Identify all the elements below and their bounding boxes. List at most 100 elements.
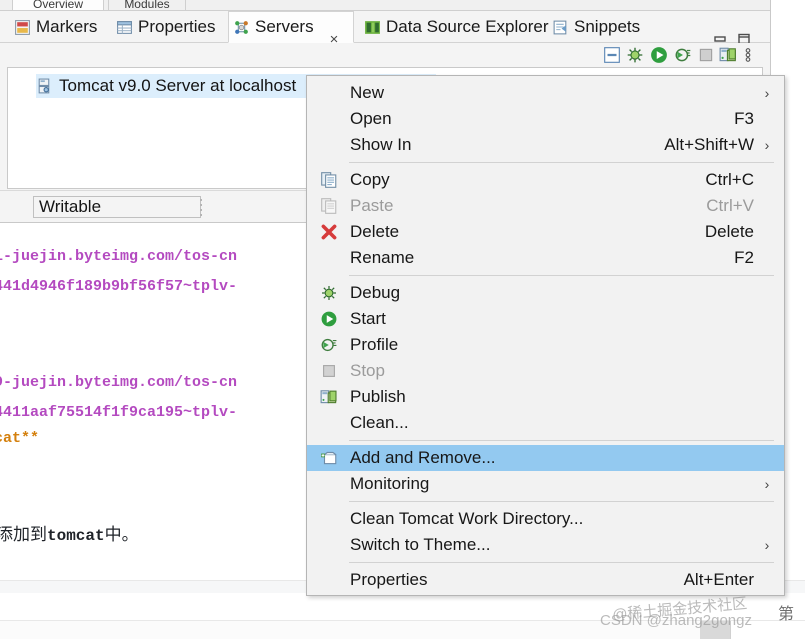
status-writable: Writable — [33, 196, 201, 218]
menu-item-debug[interactable]: Debug › — [307, 280, 784, 306]
menu-item-rename[interactable]: Rename F2 › — [307, 245, 784, 271]
tab-properties[interactable]: Properties — [112, 11, 219, 43]
menu-separator — [349, 501, 774, 502]
editor-tab-overview[interactable]: Overview — [12, 0, 104, 10]
bold-fragment: cat** — [0, 430, 39, 447]
chevron-right-icon: › — [760, 363, 774, 379]
menu-separator — [349, 562, 774, 563]
tab-markers[interactable]: Markers — [10, 11, 101, 43]
chevron-right-icon: › — [760, 85, 774, 101]
server-context-menu[interactable]: New › Open F3 › Show In Alt+Shift+W › Co… — [306, 75, 785, 596]
menu-item-label: New — [350, 83, 736, 103]
tab-data-source-explorer-label: Data Source Explorer — [386, 17, 549, 37]
start-icon[interactable] — [650, 46, 668, 64]
code-line: 1-juejin.byteimg.com/tos-cn — [0, 248, 237, 265]
menu-item-label: Add and Remove... — [350, 448, 736, 468]
chevron-right-icon: › — [760, 476, 774, 492]
copy-icon — [318, 171, 340, 189]
menu-item-label: Clean Tomcat Work Directory... — [350, 509, 736, 529]
menu-item-label: Properties — [350, 570, 666, 590]
menu-icon-placeholder — [318, 136, 340, 154]
cn-suffix: 中。 — [105, 525, 139, 544]
menu-item-publish[interactable]: Publish › — [307, 384, 784, 410]
data-source-explorer-icon — [364, 19, 381, 36]
code-line: 9-juejin.byteimg.com/tos-cn — [0, 374, 237, 391]
page-edge-character: 第 — [778, 600, 794, 624]
paste-icon — [318, 197, 340, 215]
menu-separator — [349, 162, 774, 163]
chevron-right-icon: › — [760, 537, 774, 553]
chevron-right-icon: › — [760, 250, 774, 266]
debug-icon[interactable] — [626, 46, 644, 64]
view-menu-icon[interactable] — [743, 46, 753, 64]
menu-item-add-and-remove[interactable]: Add and Remove... › — [307, 445, 784, 471]
servers-view-toolbar — [0, 43, 770, 67]
snippets-icon — [552, 19, 569, 36]
menu-item-delete[interactable]: Delete Delete › — [307, 219, 784, 245]
chevron-right-icon: › — [760, 572, 774, 588]
page-band-2 — [0, 621, 805, 639]
menu-item-label: Start — [350, 309, 736, 329]
code-line: 441d4946f189b9bf56f57~tplv- — [0, 278, 237, 295]
menu-item-properties[interactable]: Properties Alt+Enter › — [307, 567, 784, 593]
chevron-right-icon: › — [760, 137, 774, 153]
menu-item-start[interactable]: Start › — [307, 306, 784, 332]
collapse-all-icon[interactable] — [603, 46, 621, 64]
stop-icon — [697, 46, 715, 64]
menu-item-label: Switch to Theme... — [350, 535, 736, 555]
delete-icon — [318, 223, 340, 241]
menu-item-label: Profile — [350, 335, 736, 355]
publish-icon — [318, 388, 340, 406]
profile-icon[interactable] — [674, 46, 692, 64]
menu-item-monitoring[interactable]: Monitoring › — [307, 471, 784, 497]
menu-item-clean[interactable]: Clean... › — [307, 410, 784, 436]
editor-tab-modules[interactable]: Modules — [108, 0, 186, 10]
debug-icon — [318, 284, 340, 302]
menu-item-label: Debug — [350, 283, 736, 303]
menu-item-label: Clean... — [350, 413, 736, 433]
menu-icon-placeholder — [318, 110, 340, 128]
chinese-paragraph: 添加到tomcat中。 — [0, 520, 139, 545]
chevron-right-icon: › — [760, 172, 774, 188]
profile-icon — [318, 336, 340, 354]
tab-snippets-label: Snippets — [574, 17, 640, 37]
menu-item-accel: Ctrl+V — [706, 196, 754, 216]
menu-icon-placeholder — [318, 84, 340, 102]
menu-separator — [349, 440, 774, 441]
servers-icon — [233, 19, 250, 36]
menu-icon-placeholder — [318, 510, 340, 528]
code-block-1: 1-juejin.byteimg.com/tos-cn 441d4946f189… — [0, 242, 237, 302]
menu-item-label: Delete — [350, 222, 687, 242]
menu-item-copy[interactable]: Copy Ctrl+C › — [307, 167, 784, 193]
menu-item-label: Publish — [350, 387, 736, 407]
view-tab-strip: Markers Properties Servers × — [0, 11, 770, 43]
cn-mono: tomcat — [47, 527, 105, 545]
chevron-right-icon: › — [760, 337, 774, 353]
properties-icon — [116, 19, 133, 36]
menu-item-show-in[interactable]: Show In Alt+Shift+W › — [307, 132, 784, 158]
tab-snippets[interactable]: Snippets — [548, 11, 644, 43]
chevron-right-icon: › — [760, 511, 774, 527]
menu-item-clean-tomcat-work-directory[interactable]: Clean Tomcat Work Directory... › — [307, 506, 784, 532]
tab-markers-label: Markers — [36, 17, 97, 37]
chevron-right-icon: › — [760, 285, 774, 301]
publish-icon[interactable] — [719, 46, 737, 64]
menu-icon-placeholder — [318, 571, 340, 589]
menu-item-profile[interactable]: Profile › — [307, 332, 784, 358]
menu-item-accel: Alt+Enter — [684, 570, 754, 590]
menu-icon-placeholder — [318, 475, 340, 493]
menu-item-open[interactable]: Open F3 › — [307, 106, 784, 132]
chevron-right-icon: › — [760, 111, 774, 127]
menu-item-switch-to-theme[interactable]: Switch to Theme... › — [307, 532, 784, 558]
tab-servers-label: Servers — [255, 17, 314, 37]
menu-item-stop: Stop › — [307, 358, 784, 384]
menu-item-new[interactable]: New › — [307, 80, 784, 106]
start-icon — [318, 310, 340, 328]
menu-item-accel: F3 — [734, 109, 754, 129]
tab-data-source-explorer[interactable]: Data Source Explorer — [360, 11, 553, 43]
add-remove-icon — [318, 449, 340, 467]
markers-icon — [14, 19, 31, 36]
editor-tab-strip: Overview Modules — [0, 0, 770, 11]
code-block-2: 9-juejin.byteimg.com/tos-cn 4411aaf75514… — [0, 368, 237, 428]
page-separator-2 — [0, 620, 805, 621]
